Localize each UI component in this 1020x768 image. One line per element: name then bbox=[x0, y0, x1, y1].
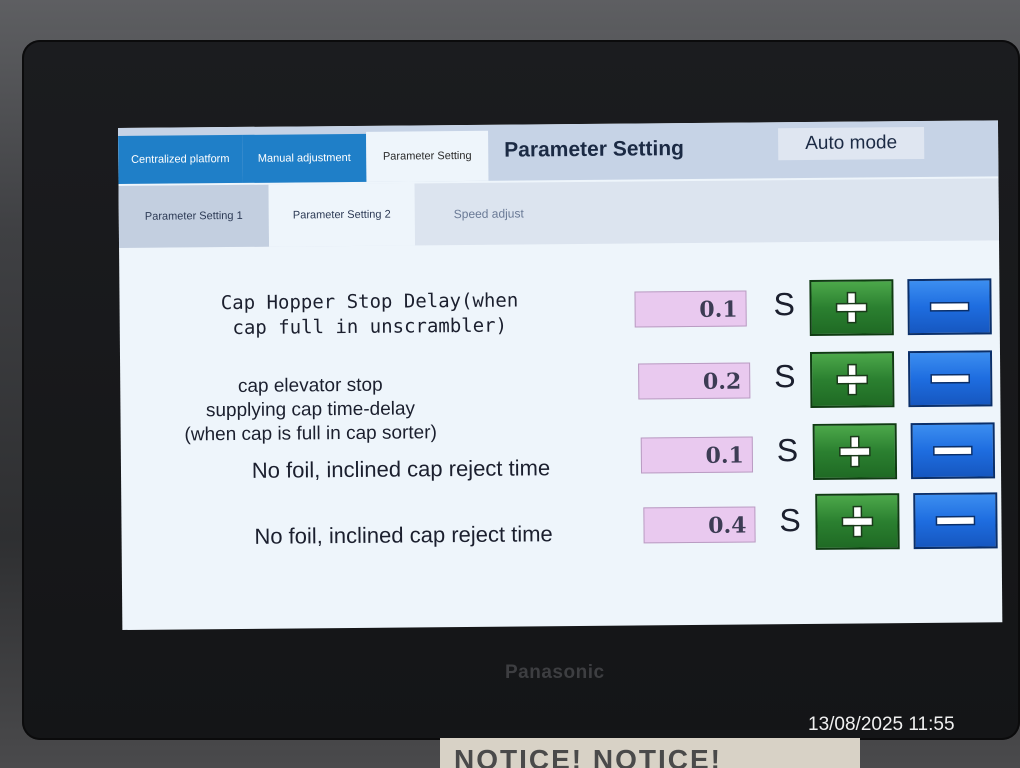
param-label-cap-elevator-stop: cap elevator stop supplying cap time-del… bbox=[184, 374, 437, 446]
decrease-button[interactable] bbox=[913, 492, 998, 550]
hmi-screen: Centralized platform Manual adjustment P… bbox=[118, 120, 1003, 630]
minus-icon bbox=[935, 515, 976, 527]
param-unit: S bbox=[774, 358, 796, 395]
param-value-input[interactable]: 0.4 bbox=[643, 506, 756, 544]
param-value-input[interactable]: 0.1 bbox=[640, 436, 754, 474]
brand-logo: Panasonic bbox=[505, 662, 605, 683]
top-bar: Centralized platform Manual adjustment P… bbox=[118, 120, 999, 184]
notice-sign: NOTICE! NOTICE! bbox=[440, 738, 860, 768]
decrease-button[interactable] bbox=[910, 422, 996, 480]
plus-icon bbox=[840, 504, 874, 538]
increase-button[interactable] bbox=[812, 423, 898, 480]
increase-button[interactable] bbox=[809, 279, 894, 336]
param-value-input[interactable]: 0.1 bbox=[634, 290, 747, 328]
plus-icon bbox=[835, 362, 869, 396]
tab-parameter-setting[interactable]: Parameter Setting bbox=[366, 130, 489, 182]
plus-icon bbox=[834, 290, 868, 324]
tab-centralized-platform[interactable]: Centralized platform bbox=[118, 134, 243, 184]
param-label-no-foil-reject-time: No foil, inclined cap reject time bbox=[254, 521, 553, 549]
decrease-button[interactable] bbox=[907, 278, 992, 336]
increase-button[interactable] bbox=[815, 493, 900, 550]
photo-timestamp: 13/08/2025 11:55 bbox=[808, 714, 955, 735]
param-label-no-foil-reject-time: No foil, inclined cap reject time bbox=[251, 455, 551, 483]
minus-icon bbox=[929, 301, 970, 313]
page-title: Parameter Setting bbox=[504, 137, 685, 162]
subtab-parameter-setting-2[interactable]: Parameter Setting 2 bbox=[268, 183, 416, 247]
tab-manual-adjustment[interactable]: Manual adjustment bbox=[242, 133, 367, 183]
increase-button[interactable] bbox=[809, 351, 895, 408]
decrease-button[interactable] bbox=[907, 350, 993, 408]
param-unit: S bbox=[773, 286, 796, 323]
param-value-input[interactable]: 0.2 bbox=[638, 362, 751, 400]
sub-tab-bar: Parameter Setting 1 Parameter Setting 2 … bbox=[118, 178, 1000, 248]
param-unit: S bbox=[779, 502, 801, 539]
minus-icon bbox=[933, 445, 973, 457]
param-unit: S bbox=[776, 432, 799, 469]
minus-icon bbox=[930, 373, 971, 385]
subtab-parameter-setting-1[interactable]: Parameter Setting 1 bbox=[118, 184, 270, 248]
param-label-cap-hopper-stop-delay: Cap Hopper Stop Delay(when cap full in u… bbox=[220, 289, 519, 340]
mode-indicator[interactable]: Auto mode bbox=[778, 126, 925, 161]
subtab-speed-adjust[interactable]: Speed adjust bbox=[418, 182, 559, 245]
plus-icon bbox=[838, 434, 872, 468]
